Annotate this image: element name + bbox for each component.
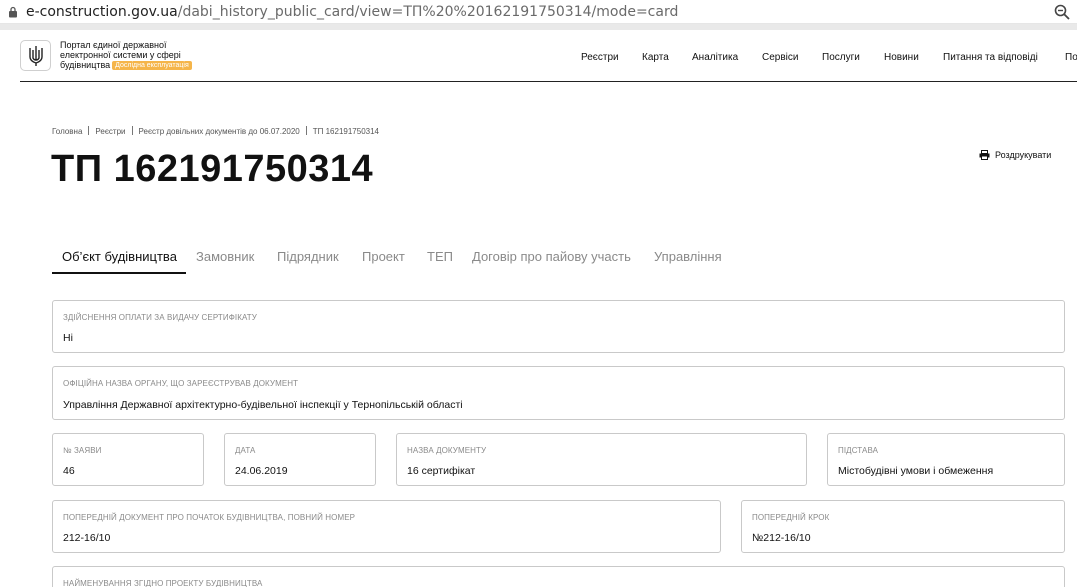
brand-line-3: будівництва <box>60 60 111 70</box>
print-button[interactable]: Роздрукувати <box>979 150 1051 160</box>
field-value: Управління Державної архітектурно-будіве… <box>63 399 463 411</box>
field-authority: Офіційна назва органу, що зареєстрував д… <box>52 366 1065 420</box>
printer-icon <box>979 150 990 160</box>
active-tab-indicator <box>52 272 186 274</box>
browser-address-bar[interactable]: e-construction.gov.ua/dabi_history_publi… <box>0 0 1077 24</box>
tab-management[interactable]: Управління <box>654 249 722 264</box>
field-value: 212-16/10 <box>63 532 111 544</box>
field-label: Здійснення оплати за видачу сертифікату <box>63 313 257 322</box>
field-previous-step: Попередній крок №212-16/10 <box>741 500 1065 553</box>
breadcrumb-home[interactable]: Головна <box>52 127 82 136</box>
brand-line-1: Портал єдиної державної <box>60 40 167 50</box>
tab-construction-object[interactable]: Об’єкт будівництва <box>62 249 177 264</box>
field-payment: Здійснення оплати за видачу сертифікату … <box>52 300 1065 353</box>
trident-logo[interactable] <box>20 40 51 71</box>
breadcrumb: Головна Реєстри Реєстр довільних документі… <box>52 126 379 136</box>
field-label: Попередній крок <box>752 513 830 522</box>
nav-item-more[interactable]: По <box>1065 52 1077 63</box>
field-document-name: Назва документу 16 сертифікат <box>396 433 807 486</box>
address-url[interactable]: e-construction.gov.ua/dabi_history_publi… <box>26 4 678 20</box>
nav-item-analytics[interactable]: Аналітика <box>692 52 738 63</box>
breadcrumb-registries[interactable]: Реєстри <box>95 127 125 136</box>
field-label: Підстава <box>838 446 879 455</box>
tab-customer[interactable]: Замовник <box>196 249 254 264</box>
nav-item-faq[interactable]: Питання та відповіді <box>943 52 1038 63</box>
field-value: 16 сертифікат <box>407 465 476 477</box>
field-value: Містобудівні умови і обмеження <box>838 465 994 477</box>
field-label: № заяви <box>63 446 102 455</box>
breadcrumb-separator <box>305 126 307 135</box>
field-date: Дата 24.06.2019 <box>224 433 376 486</box>
nav-item-services[interactable]: Сервіси <box>762 52 798 63</box>
browser-divider <box>0 24 1077 30</box>
field-label: Назва документу <box>407 446 487 455</box>
lock-icon <box>4 0 22 24</box>
tab-tep[interactable]: ТЕП <box>427 249 453 264</box>
nav-item-offerings[interactable]: Послуги <box>822 52 860 63</box>
field-value: 46 <box>63 465 75 477</box>
tab-project[interactable]: Проект <box>362 249 405 264</box>
field-label: Офіційна назва органу, що зареєстрував д… <box>63 379 299 388</box>
header-divider <box>20 81 1077 82</box>
breadcrumb-separator <box>88 126 90 135</box>
nav-item-news[interactable]: Новини <box>884 52 919 63</box>
tab-contractor[interactable]: Підрядник <box>277 249 339 264</box>
field-previous-document: Попередній документ про початок будівниц… <box>52 500 721 553</box>
brand-line-2: електронної системи у сфері <box>60 50 181 60</box>
field-project-name: Найменування згідно проекту будівництва <box>52 566 1065 587</box>
url-path: /dabi_history_public_card/view=ТП%20%201… <box>177 3 679 20</box>
field-label: Попередній документ про початок будівниц… <box>63 513 356 522</box>
page-title: ТП 162191750314 <box>51 148 374 190</box>
trial-badge: Дослідна експлуатація <box>112 61 192 70</box>
breadcrumb-current: ТП 162191750314 <box>312 127 379 136</box>
print-label: Роздрукувати <box>995 150 1052 160</box>
field-value: №212-16/10 <box>752 532 811 544</box>
nav-item-map[interactable]: Карта <box>642 52 669 63</box>
field-basis: Підстава Містобудівні умови і обмеження <box>827 433 1065 486</box>
field-value: Ні <box>63 332 73 344</box>
tab-shared-participation[interactable]: Договір про пайову участь <box>472 249 631 264</box>
trident-icon <box>28 45 43 66</box>
field-app-number: № заяви 46 <box>52 433 204 486</box>
url-host: e-construction.gov.ua <box>26 3 178 20</box>
zoom-icon[interactable] <box>1053 3 1071 21</box>
breadcrumb-registry[interactable]: Реєстр довільних документів до 06.07.202… <box>139 127 300 136</box>
portal-brand[interactable]: Портал єдиної державної електронної сист… <box>60 40 230 70</box>
nav-item-registries[interactable]: Реєстри <box>581 52 619 63</box>
field-label: Найменування згідно проекту будівництва <box>63 579 263 587</box>
field-value: 24.06.2019 <box>235 465 288 477</box>
field-label: Дата <box>235 446 256 455</box>
breadcrumb-separator <box>131 126 133 135</box>
